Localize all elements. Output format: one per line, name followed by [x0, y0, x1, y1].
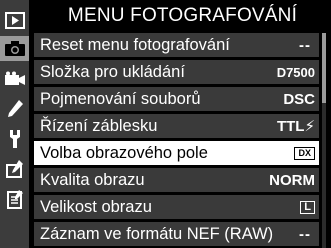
tab-photo-shooting[interactable]	[0, 36, 29, 61]
menu-item-label: Reset menu fotografování	[40, 35, 230, 54]
menu-item-flash-control[interactable]: Řízení záblesku TTL⚡	[34, 114, 319, 138]
menu-item-image-quality[interactable]: Kvalita obrazu NORM	[34, 168, 319, 192]
tab-setup[interactable]	[2, 126, 27, 151]
retouch-icon	[5, 159, 23, 178]
menu-item-storage-folder[interactable]: Složka pro ukládání D7500	[34, 60, 319, 84]
my-menu-icon	[6, 189, 23, 209]
wrench-icon	[9, 129, 20, 148]
menu-item-value: --	[299, 36, 311, 54]
pencil-icon	[7, 99, 23, 117]
playback-icon	[4, 12, 25, 29]
menu-item-label: Kvalita obrazu	[40, 170, 145, 189]
menu-item-value: D7500	[276, 64, 315, 80]
tab-movie[interactable]	[2, 66, 27, 91]
menu-item-value: DSC	[283, 90, 315, 108]
shooting-menu-list: Reset menu fotografování -- Složka pro u…	[34, 33, 319, 248]
dx-format-icon: DX	[294, 146, 315, 160]
menu-item-label: Volba obrazového pole	[40, 143, 208, 162]
menu-item-file-naming[interactable]: Pojmenování souborů DSC	[34, 87, 319, 111]
tab-my-menu[interactable]	[2, 186, 27, 211]
tab-retouch[interactable]	[2, 156, 27, 181]
tab-custom-settings[interactable]	[2, 96, 27, 121]
menu-item-label: Pojmenování souborů	[40, 89, 201, 108]
menu-item-label: Řízení záblesku	[40, 116, 158, 135]
menu-item-label: Záznam ve formátu NEF (RAW)	[40, 224, 274, 243]
movie-icon	[4, 71, 25, 85]
menu-item-label: Velikost obrazu	[40, 197, 152, 216]
menu-tab-column	[0, 0, 29, 248]
menu-item-image-area[interactable]: Volba obrazového pole DX	[34, 141, 319, 165]
menu-item-value: --	[299, 225, 311, 243]
menu-item-label: Složka pro ukládání	[40, 62, 185, 81]
page-title: MENU FOTOGRAFOVÁNÍ	[67, 5, 298, 26]
menu-item-nef-raw-recording[interactable]: Záznam ve formátu NEF (RAW) --	[34, 222, 319, 246]
menu-item-value: TTL⚡	[276, 118, 315, 135]
menu-item-value: NORM	[269, 171, 315, 189]
scrollbar-thumb[interactable]	[322, 33, 326, 103]
menu-scrollbar[interactable]	[322, 33, 326, 248]
menu-item-image-size[interactable]: Velikost obrazu L	[34, 195, 319, 219]
menu-item-reset-shooting-menu[interactable]: Reset menu fotografování --	[34, 33, 319, 57]
tab-playback[interactable]	[2, 8, 27, 33]
image-size-large-icon: L	[300, 200, 315, 214]
camera-icon	[4, 41, 25, 56]
